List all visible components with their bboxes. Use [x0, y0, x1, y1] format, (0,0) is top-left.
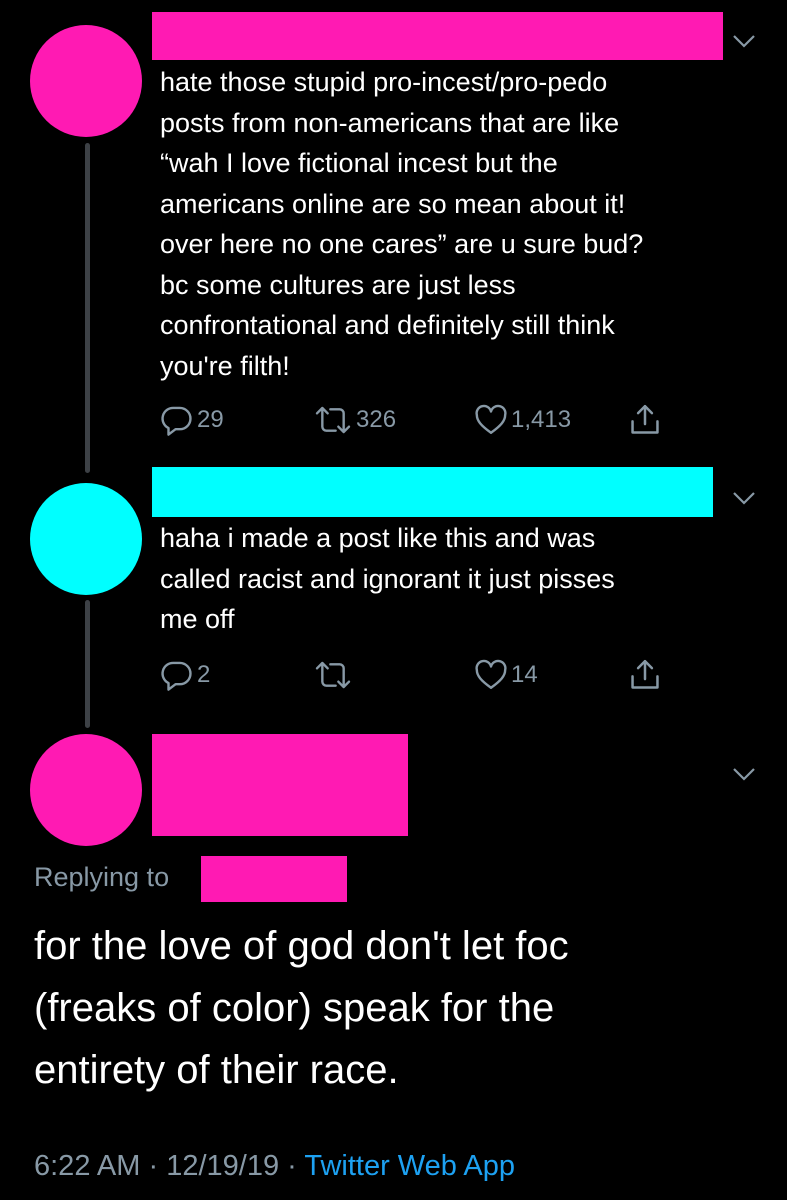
like-count: 1,413: [511, 406, 572, 433]
tweet-text-line: for the love of god don't let foc: [34, 924, 569, 968]
tweet-text-line: “wah I love fictional incest but the: [160, 148, 558, 178]
tweet-text-line: entirety of their race.: [34, 1048, 399, 1092]
redacted-username[interactable]: [152, 467, 713, 517]
thread-line: [85, 143, 90, 473]
heart-icon: [475, 404, 507, 434]
tweet-text-line: (freaks of color) speak for the: [34, 986, 555, 1030]
tweet-date[interactable]: 12/19/19: [166, 1150, 279, 1182]
tweet-text-line: you're filth!: [160, 350, 290, 381]
tweet-text-line: bc some cultures are just less: [160, 269, 516, 300]
tweet-text: haha i made a post like this and was cal…: [160, 518, 750, 640]
chevron-down-icon[interactable]: [732, 490, 756, 506]
tweet-text-line: called racist and ignorant it just pisse…: [160, 563, 615, 594]
chevron-down-icon[interactable]: [732, 766, 756, 782]
avatar[interactable]: [30, 734, 142, 846]
reply-icon: [161, 406, 192, 436]
redacted-mention[interactable]: [201, 856, 347, 902]
replying-to-label: Replying to: [34, 862, 170, 892]
redacted-username[interactable]: [152, 12, 723, 60]
share-icon: [631, 404, 659, 434]
reply-count: 29: [197, 406, 224, 433]
tweet-text: for the love of god don't let foc (freak…: [34, 915, 569, 1101]
tweet-time[interactable]: 6:22 AM: [34, 1150, 140, 1182]
separator: ·: [279, 1150, 305, 1182]
retweet-icon: [315, 406, 351, 434]
share-icon: [631, 659, 659, 689]
tweet-text: hate those stupid pro-incest/pro-pedo po…: [160, 62, 750, 386]
retweet-button[interactable]: 326: [313, 400, 396, 440]
tweet-metadata: 6:22 AM · 12/19/19 · Twitter Web App: [34, 1150, 515, 1183]
retweet-count: 326: [356, 406, 397, 433]
reply-button[interactable]: 2: [160, 655, 210, 695]
share-button[interactable]: [628, 655, 662, 695]
tweet-text-line: over here no one cares” are u sure bud?: [160, 229, 644, 259]
reply-icon: [161, 661, 192, 691]
tweet-text-line: haha i made a post like this and was: [160, 523, 596, 553]
like-count: 14: [511, 661, 538, 688]
like-button[interactable]: 1,413: [474, 400, 571, 440]
tweet-source-link[interactable]: Twitter Web App: [304, 1150, 515, 1182]
tweet-text-line: confrontational and definitely still thi…: [160, 310, 615, 340]
reply-count: 2: [197, 661, 211, 688]
thread-line: [85, 600, 90, 728]
tweet-text-line: americans online are so mean about it!: [160, 188, 626, 219]
reply-button[interactable]: 29: [160, 400, 224, 440]
avatar[interactable]: [30, 25, 142, 137]
tweet-text-line: posts from non-americans that are like: [160, 107, 620, 138]
tweet-text-line: hate those stupid pro-incest/pro-pedo: [160, 67, 608, 97]
like-button[interactable]: 14: [474, 655, 538, 695]
heart-icon: [475, 659, 507, 689]
tweet-text-line: me off: [160, 604, 235, 634]
retweet-button[interactable]: [313, 655, 356, 695]
share-button[interactable]: [628, 400, 662, 440]
redacted-display-name[interactable]: [152, 734, 408, 836]
retweet-icon: [315, 661, 351, 689]
chevron-down-icon[interactable]: [732, 33, 756, 49]
avatar[interactable]: [30, 483, 142, 595]
separator: ·: [140, 1150, 167, 1182]
